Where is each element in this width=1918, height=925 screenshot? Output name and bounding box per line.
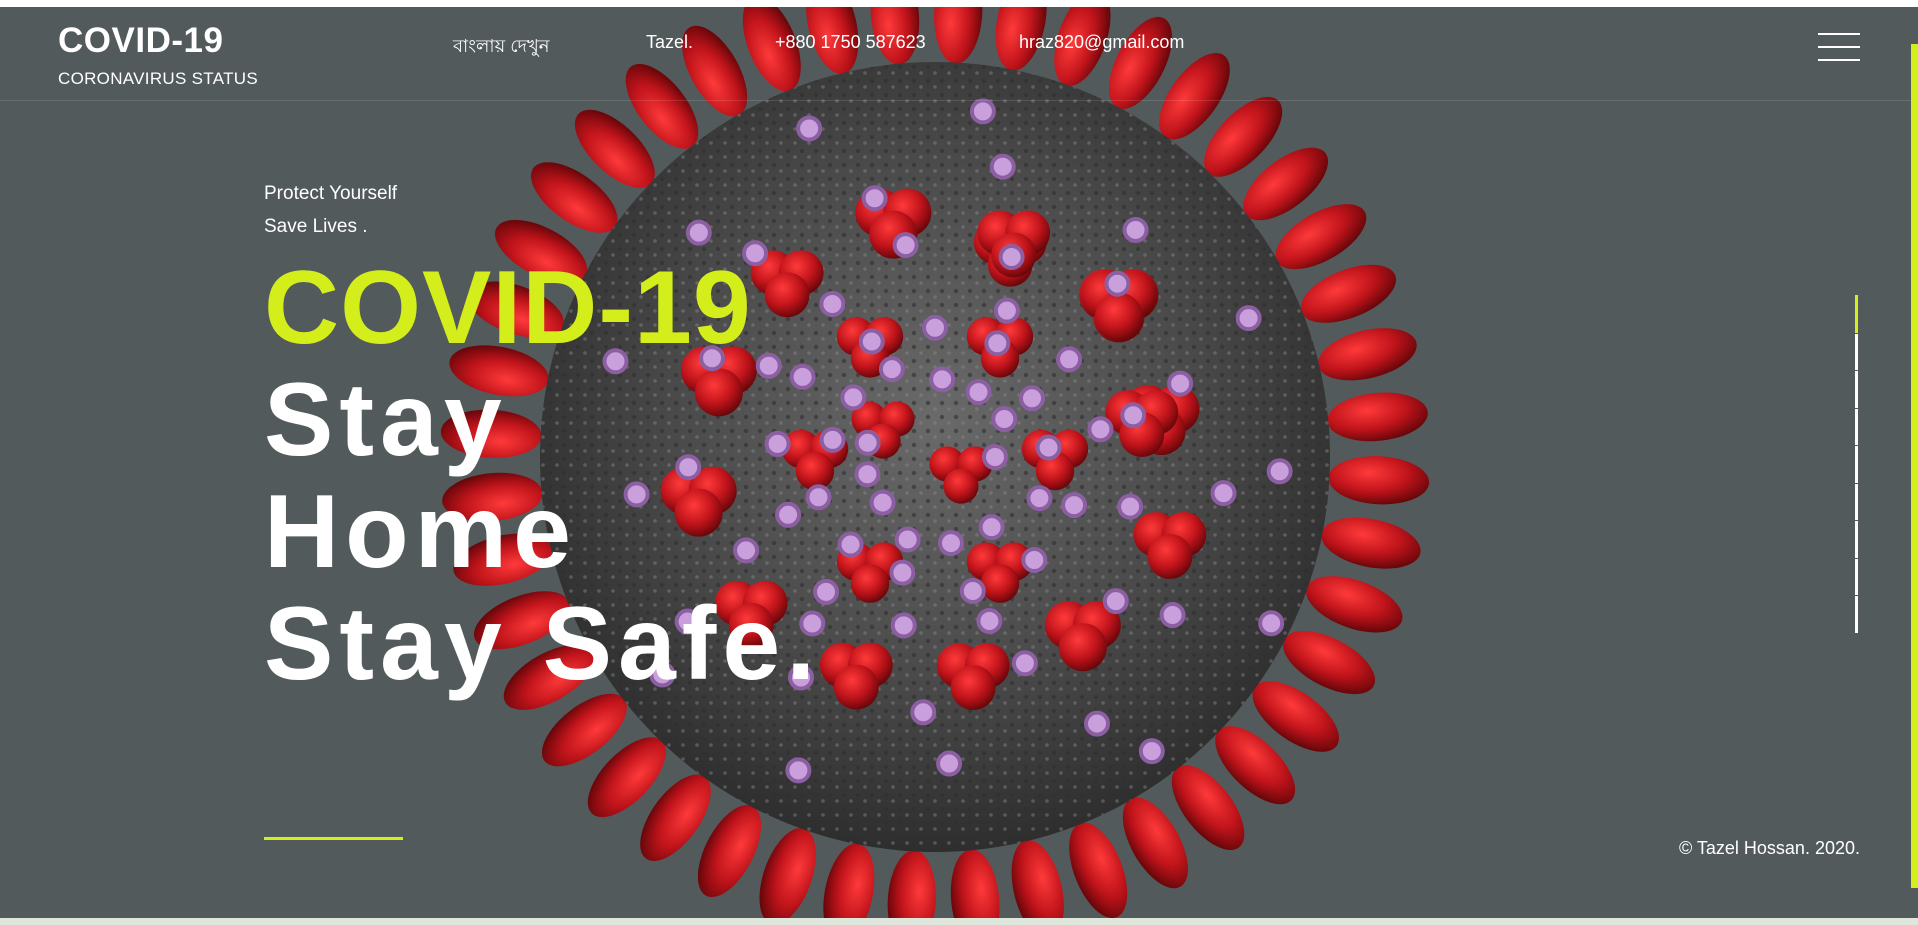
brand[interactable]: COVID-19 CORONAVIRUS STATUS	[58, 21, 258, 89]
hero-section: COVID-19 CORONAVIRUS STATUS বাংলায় দেখু…	[0, 7, 1918, 918]
brand-subtitle: CORONAVIRUS STATUS	[58, 69, 258, 88]
slide-indicator-tick	[1855, 482, 1858, 484]
header-divider	[0, 100, 1918, 101]
headline-line-2: Home	[264, 474, 577, 590]
slide-indicator-active[interactable]	[1855, 295, 1858, 333]
slide-indicator-track[interactable]	[1855, 295, 1858, 633]
tagline-line-1: Protect Yourself	[264, 183, 398, 204]
hamburger-menu-icon[interactable]	[1818, 33, 1860, 63]
brand-title: COVID-19	[58, 21, 224, 60]
headline-accent: COVID-19	[264, 250, 752, 366]
nav-email-link[interactable]: hraz820@gmail.com	[1019, 32, 1184, 53]
accent-divider	[264, 837, 403, 840]
hero-headline: COVID-19 Stay Home Stay Safe.	[264, 252, 821, 700]
headline-line-3: Stay Safe.	[264, 586, 822, 702]
nav-language-link[interactable]: বাংলায় দেখুন	[453, 32, 550, 63]
tagline-line-2: Save Lives .	[264, 216, 368, 237]
slide-indicator-tick	[1855, 520, 1858, 522]
headline-line-1: Stay	[264, 362, 508, 478]
bottom-strip	[0, 918, 1918, 925]
nav-author-link[interactable]: Tazel.	[646, 32, 693, 53]
slide-indicator-tick	[1855, 332, 1858, 334]
copyright-text: © Tazel Hossan. 2020.	[1678, 838, 1860, 858]
page-scrollbar[interactable]	[1911, 44, 1918, 888]
slide-indicator-tick	[1855, 445, 1858, 447]
slide-indicator-tick	[1855, 407, 1858, 409]
slide-indicator-tick	[1855, 595, 1858, 597]
top-strip	[0, 0, 1918, 7]
hero-tagline: Protect Yourself Save Lives .	[264, 177, 397, 243]
slide-indicator-tick	[1855, 370, 1858, 372]
slide-indicator-tick	[1855, 557, 1858, 559]
nav-phone-link[interactable]: +880 1750 587623	[775, 32, 926, 53]
